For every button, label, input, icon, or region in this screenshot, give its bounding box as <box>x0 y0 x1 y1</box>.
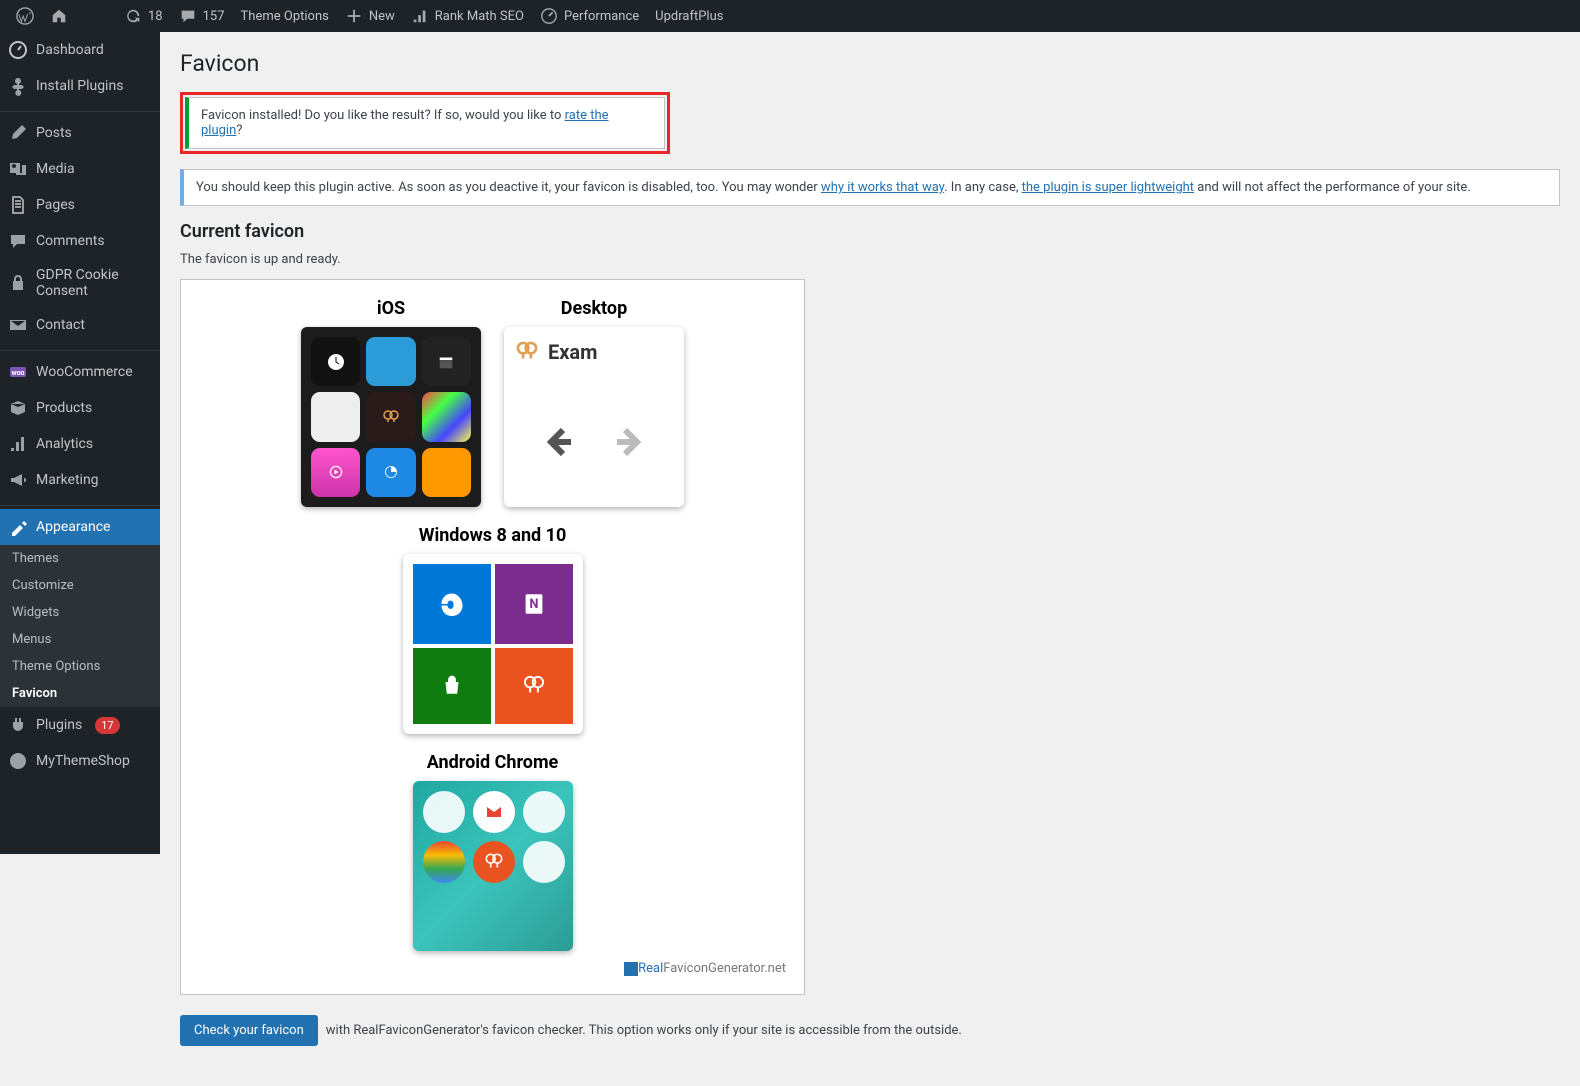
ab-rankmath[interactable]: Rank Math SEO <box>403 0 532 32</box>
sub-customize[interactable]: Customize <box>0 572 160 599</box>
preview-desktop: Desktop Exam <box>502 298 687 507</box>
menu-appearance[interactable]: Appearance <box>0 509 160 545</box>
ab-theme-options[interactable]: Theme Options <box>233 0 337 32</box>
android-mock <box>413 781 573 951</box>
highlighted-notice: Favicon installed! Do you like the resul… <box>180 92 670 154</box>
updates-count: 18 <box>148 9 163 24</box>
sub-theme-options[interactable]: Theme Options <box>0 653 160 680</box>
comments-count: 157 <box>203 9 225 24</box>
status-text: The favicon is up and ready. <box>180 252 1560 267</box>
sub-menus[interactable]: Menus <box>0 626 160 653</box>
arrow-left-icon <box>539 422 579 462</box>
menu-marketing[interactable]: Marketing <box>0 462 160 498</box>
wp-logo[interactable] <box>8 0 42 32</box>
success-notice: Favicon installed! Do you like the resul… <box>185 97 665 149</box>
menu-gdpr[interactable]: GDPR Cookie Consent <box>0 259 160 307</box>
ab-new[interactable]: New <box>337 0 403 32</box>
separator <box>0 346 160 351</box>
menu-woocommerce[interactable]: wooWooCommerce <box>0 354 160 390</box>
home-icon[interactable] <box>42 0 76 32</box>
sub-widgets[interactable]: Widgets <box>0 599 160 626</box>
credit-link[interactable]: RealFaviconGenerator.net <box>199 961 786 976</box>
ab-performance[interactable]: Performance <box>532 0 647 32</box>
info-notice: You should keep this plugin active. As s… <box>180 169 1560 206</box>
submenu-appearance: Themes Customize Widgets Menus Theme Opt… <box>0 545 160 707</box>
lightweight-link[interactable]: the plugin is super lightweight <box>1022 180 1194 195</box>
menu-posts[interactable]: Posts <box>0 115 160 151</box>
menu-media[interactable]: Media <box>0 151 160 187</box>
admin-sidebar: Dashboard Install Plugins Posts Media Pa… <box>0 32 160 854</box>
check-row: Check your favicon with RealFaviconGener… <box>180 1015 1560 1046</box>
desktop-mock: Exam <box>504 327 684 507</box>
menu-analytics[interactable]: Analytics <box>0 426 160 462</box>
preview-ios: iOS <box>299 298 484 507</box>
ios-mock <box>301 327 481 507</box>
separator <box>0 107 160 112</box>
check-text: with RealFaviconGenerator's favicon chec… <box>326 1023 962 1038</box>
menu-plugins[interactable]: Plugins17 <box>0 707 160 743</box>
menu-pages[interactable]: Pages <box>0 187 160 223</box>
sub-themes[interactable]: Themes <box>0 545 160 572</box>
page-title: Favicon <box>180 50 1560 77</box>
section-heading: Current favicon <box>180 221 1560 242</box>
menu-products[interactable]: Products <box>0 390 160 426</box>
preview-android: Android Chrome <box>199 752 786 951</box>
comments-link[interactable]: 157 <box>171 0 233 32</box>
favicon-preview-box: iOS Desktop E <box>180 279 805 995</box>
why-link[interactable]: why it works that way <box>821 180 944 195</box>
sub-favicon[interactable]: Favicon <box>0 680 160 707</box>
separator <box>0 501 160 506</box>
main-content: Favicon Favicon installed! Do you like t… <box>160 32 1580 1086</box>
menu-mythemeshop[interactable]: MyThemeShop <box>0 743 160 779</box>
menu-dashboard[interactable]: Dashboard <box>0 32 160 68</box>
updates-link[interactable]: 18 <box>116 0 171 32</box>
check-favicon-button[interactable]: Check your favicon <box>180 1015 318 1046</box>
windows-mock: N <box>403 554 583 734</box>
menu-comments[interactable]: Comments <box>0 223 160 259</box>
ab-updraft[interactable]: UpdraftPlus <box>647 0 731 32</box>
arrow-right-icon <box>609 422 649 462</box>
menu-contact[interactable]: Contact <box>0 307 160 343</box>
preview-windows: Windows 8 and 10 N <box>400 525 585 734</box>
svg-text:woo: woo <box>11 369 24 377</box>
plugins-badge: 17 <box>95 717 119 734</box>
svg-text:N: N <box>529 597 538 612</box>
menu-install-plugins[interactable]: Install Plugins <box>0 68 160 104</box>
admin-bar: 18 157 Theme Options New Rank Math SEO P… <box>0 0 1580 32</box>
